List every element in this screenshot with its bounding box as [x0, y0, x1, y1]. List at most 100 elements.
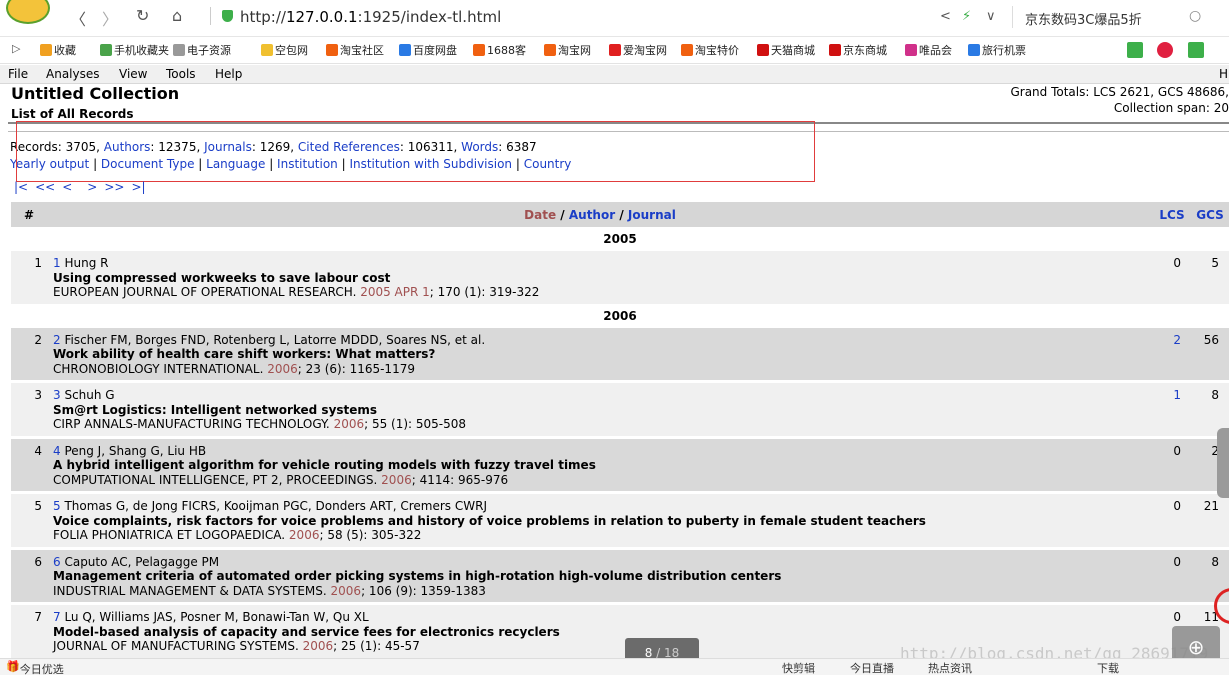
bookmark-item[interactable]: 天猫商城: [757, 42, 815, 58]
pager-prev-page-button[interactable]: <: [62, 180, 72, 194]
record-date[interactable]: 2006: [381, 473, 412, 487]
bookmark-item[interactable]: 淘宝网: [544, 42, 591, 58]
record-date[interactable]: 2006: [303, 639, 334, 653]
record-link[interactable]: 1: [53, 256, 61, 270]
record-cell: 4 Peng J, Shang G, Liu HB A hybrid intell…: [47, 438, 1153, 491]
record-link[interactable]: 5: [53, 499, 61, 513]
menu-analyses[interactable]: Analyses: [46, 67, 100, 81]
record-authors: Fischer FM, Borges FND, Rotenberg L, Lat…: [60, 332, 486, 347]
browser-toolbar: 〈 〉 ↻ ⌂ http://127.0.0.1:1925/index-tl.h…: [0, 0, 1229, 37]
dropdown-icon[interactable]: ∨: [986, 9, 996, 24]
sort-by-date[interactable]: Date: [524, 208, 556, 222]
record-gcs: 21: [1191, 494, 1229, 547]
bookmark-item[interactable]: 空包网: [261, 42, 308, 58]
bookmark-item[interactable]: 唯品会: [905, 42, 952, 58]
record-date[interactable]: 2005 APR 1: [360, 285, 430, 299]
table-row: 11 Hung R Using compressed workweeks to s…: [11, 251, 1229, 304]
pager-prev-10-button[interactable]: <<: [35, 180, 55, 194]
pager-next-page-button[interactable]: >: [87, 180, 97, 194]
back-button[interactable]: 〈: [70, 6, 86, 30]
address-bar[interactable]: http://127.0.0.1:1925/index-tl.html: [210, 4, 990, 28]
bookmark-item[interactable]: 旅行机票: [968, 42, 1026, 58]
record-cell: 5 Thomas G, de Jong FICRS, Kooijman PGC,…: [47, 494, 1153, 547]
extension-icon[interactable]: [1188, 42, 1206, 59]
bookmark-icon: [681, 44, 693, 56]
sort-by-lcs[interactable]: LCS: [1153, 202, 1191, 227]
bookmark-label: 收藏: [54, 44, 76, 57]
bookmark-label: 爱淘宝网: [623, 44, 667, 57]
browser-logo-icon: [6, 0, 50, 24]
bookmark-icon: [326, 44, 338, 56]
record-date[interactable]: 2006: [289, 528, 320, 542]
record-authors: Schuh G: [60, 388, 115, 402]
wechat-icon[interactable]: [1127, 42, 1145, 59]
bookmark-item[interactable]: 1688客: [473, 42, 526, 58]
record-source: CIRP ANNALS-MANUFACTURING TECHNOLOGY. 20…: [53, 417, 467, 431]
table-row: 2 2 Fischer FM, Borges FND, Rotenberg L, …: [11, 327, 1229, 380]
bookmarks-bar: ▷ 收藏 手机收藏夹 电子资源 空包网 淘宝社区 百度网盘 1688客 淘宝网 爱淘宝网 淘宝特价…: [0, 37, 1229, 64]
sort-by-gcs[interactable]: GCS: [1191, 202, 1229, 227]
flash-icon[interactable]: ⚡: [962, 9, 971, 24]
search-box[interactable]: 京东数码3C爆品5折 ○: [1012, 6, 1213, 28]
share-button[interactable]: <: [940, 9, 951, 24]
bookmark-icon: [757, 44, 769, 56]
pager-last-page-button[interactable]: >|: [131, 180, 145, 194]
forward-button[interactable]: 〉: [102, 6, 118, 30]
bookmark-label: 唯品会: [919, 44, 952, 57]
record-authors: Lu Q, Williams JAS, Posner M, Bonawi-Tan…: [60, 610, 369, 624]
heart-icon[interactable]: [1157, 42, 1175, 59]
side-scroll-tab[interactable]: [1217, 428, 1229, 498]
record-date[interactable]: 2006: [267, 362, 298, 376]
bookmark-item[interactable]: 手机收藏夹: [100, 42, 169, 58]
record-link[interactable]: 6: [53, 555, 61, 569]
bookmark-item[interactable]: 电子资源: [173, 42, 231, 58]
record-authors: Caputo AC, Pelagagge PM: [60, 554, 220, 569]
sort-by-author[interactable]: Author: [569, 208, 615, 222]
sort-by-journal[interactable]: Journal: [628, 208, 676, 222]
bookmark-icon: [473, 44, 485, 56]
app-menubar: File Analyses View Tools Help H: [0, 65, 1229, 84]
record-link[interactable]: 2: [53, 333, 61, 347]
highlight-box: [16, 121, 815, 182]
bookmark-icon: [100, 44, 112, 56]
menu-tools[interactable]: Tools: [166, 67, 196, 81]
menu-file[interactable]: File: [8, 67, 28, 81]
bookmark-label: 天猫商城: [771, 44, 815, 57]
bookmark-icon: [544, 44, 556, 56]
record-lcs[interactable]: 2: [1153, 327, 1191, 380]
home-button[interactable]: ⌂: [172, 6, 182, 25]
bookmark-item[interactable]: 京东商城: [829, 42, 887, 58]
menu-right-item[interactable]: H: [1219, 67, 1228, 81]
year-label: 2005: [11, 230, 1229, 248]
menu-view[interactable]: View: [119, 67, 147, 81]
bookmark-icon: [905, 44, 917, 56]
today-picks[interactable]: 🎁 今日优选: [6, 660, 64, 676]
bookmark-item[interactable]: 爱淘宝网: [609, 42, 667, 58]
record-authors: Peng J, Shang G, Liu HB: [60, 443, 207, 458]
record-link[interactable]: 4: [53, 444, 61, 458]
row-number: 7: [11, 605, 47, 658]
record-date[interactable]: 2006: [331, 584, 362, 598]
bookmark-item[interactable]: 淘宝社区: [326, 42, 384, 58]
record-date[interactable]: 2006: [334, 417, 365, 431]
bookmarks-toggle-icon[interactable]: ▷: [12, 42, 20, 55]
menu-help[interactable]: Help: [215, 67, 242, 81]
record-title: Management criteria of automated order p…: [53, 569, 782, 583]
search-icon[interactable]: ○: [1189, 8, 1201, 24]
record-link[interactable]: 3: [53, 388, 61, 402]
bookmark-item[interactable]: 百度网盘: [399, 42, 457, 58]
records-table: # Date / Author / Journal LCS GCS 2005 1 1…: [11, 199, 1229, 658]
bookmark-item[interactable]: 淘宝特价: [681, 42, 739, 58]
record-source: CHRONOBIOLOGY INTERNATIONAL. 2006; 23 (6…: [53, 361, 415, 376]
pager-first-page-button[interactable]: |<: [14, 180, 28, 194]
record-gcs: 56: [1191, 327, 1229, 380]
bookmark-item[interactable]: 收藏: [40, 42, 76, 58]
reload-button[interactable]: ↻: [136, 6, 149, 25]
url-text[interactable]: http://127.0.0.1:1925/index-tl.html: [240, 8, 501, 26]
record-lcs[interactable]: 1: [1153, 383, 1191, 436]
row-number: 1: [11, 251, 47, 304]
pager-next-10-button[interactable]: >>: [104, 180, 124, 194]
bookmark-icon: [968, 44, 980, 56]
record-link[interactable]: 7: [53, 610, 61, 624]
year-label: 2006: [11, 306, 1229, 325]
